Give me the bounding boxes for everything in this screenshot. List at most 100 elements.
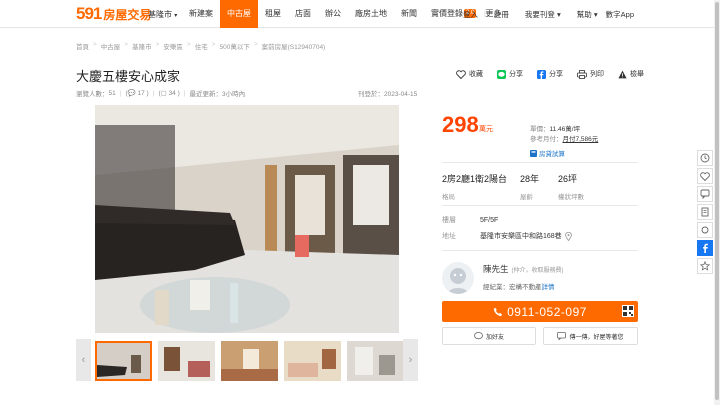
thumb-next-button[interactable]: › [403,339,418,381]
facebook-button[interactable] [697,240,713,256]
spec-area: 26坪 權狀坪數 [558,172,584,201]
nav-shops[interactable]: 店面 [288,0,318,28]
floating-toolbar [697,150,713,276]
document-icon [701,207,709,217]
breadcrumb-type[interactable]: 住宅 [195,41,208,51]
breadcrumb-price-range[interactable]: 500萬以下 [219,41,249,51]
agent-company-label: 經紀業：宏構不動產 [483,284,542,291]
thumbnail-image [284,341,341,381]
ref-payment-link[interactable]: 月付7,586元 [563,136,599,143]
site-logo[interactable]: 591 房屋交易 [76,4,151,24]
add-line-friend-label: 加好友 [485,334,504,341]
breadcrumb-home[interactable]: 首頁 [76,41,89,51]
breadcrumb-district[interactable]: 安樂區 [163,41,183,51]
listing-actions: 收藏 分享 分享 列印 檢舉 [456,69,658,79]
favorites-button[interactable] [697,168,713,184]
chevron-down-icon: ▾ [174,13,178,19]
floor-row: 樓層 5F/5F [442,215,498,225]
agent-name-row: 陳先生 (仲介，收取服務費) [483,263,564,275]
chat-bubble-icon [700,189,710,199]
thumbnail[interactable] [95,341,152,381]
scrollbar-thumb[interactable] [715,2,719,400]
separator: > [124,41,129,48]
app-link[interactable]: 數字App [606,9,634,20]
sync-icon [701,226,709,234]
nav-office[interactable]: 辦公 [318,0,348,28]
divider [442,205,638,206]
print-label: 列印 [590,71,604,78]
star-icon [700,261,710,271]
phone-icon [493,307,503,316]
breadcrumb-resale[interactable]: 中古屋 [101,41,121,51]
thumbnail[interactable] [158,341,215,381]
post-listing-link[interactable]: 我要刊登 ▾ [517,9,561,20]
compare-button[interactable] [697,204,713,220]
separator: > [186,41,191,48]
breadcrumb-city[interactable]: 基隆市 [132,41,152,51]
calculator-icon [530,149,537,157]
share-facebook-button[interactable]: 分享 [537,69,563,79]
nav-news[interactable]: 新聞 [394,0,424,28]
nav-resale[interactable]: 中古屋 [220,0,258,28]
thumb-prev-button[interactable]: ‹ [76,339,91,381]
chevron-right-icon: › [408,354,413,366]
agent-company-link[interactable]: 詳情 [542,284,555,291]
separator: | [152,89,155,97]
publish-date: 刊登於：2023-04-15 [358,91,418,98]
views-label: 瀏覽人數： [76,91,109,98]
history-button[interactable] [697,150,713,166]
thumbnail[interactable] [347,341,404,381]
separator: > [93,41,97,48]
address-value-wrap: 基隆市安樂區中和路168巷 [480,231,572,241]
separator: | [119,89,122,97]
main-photo[interactable] [95,105,399,333]
listing-stats: 瀏覽人數： 51 | (💬 17 ) | (▢ 34 ) | 最近更新：3小時內 [76,89,246,99]
heart-icon [700,171,710,181]
rating-button[interactable] [697,258,713,274]
thumbnail-image [97,343,150,379]
unit-price-label: 單價： [530,126,550,133]
thumbnail-image [347,341,404,381]
spec-layout: 2房2廳1衛2陽台 格局 [442,172,507,201]
contact-button[interactable] [697,186,713,202]
help-link[interactable]: 幫助 ▾ [569,9,598,20]
agent-name: 陳先生 [483,264,509,274]
spec-layout-label: 格局 [442,194,455,201]
agent-company: 經紀業：宏構不動產詳情 [483,281,555,291]
page-scrollbar[interactable] [714,0,720,405]
city-selector[interactable]: 基隆市 ▾ [148,9,177,20]
floor-label: 樓層 [442,217,456,224]
favorite-button[interactable]: 收藏 [456,69,483,79]
spec-area-value: 26坪 [558,174,578,184]
thumbnail[interactable] [284,341,341,381]
report-button[interactable]: 檢舉 [618,69,644,79]
agent-role: (仲介，收取服務費) [511,268,564,274]
line-icon [474,332,483,340]
stat-b-count: 34 [168,89,176,97]
thumbnail[interactable] [221,341,278,381]
call-button[interactable]: 0911-052-097 [442,301,638,322]
share-line-button[interactable]: 分享 [497,69,523,79]
add-line-friend-button[interactable]: 加好友 [442,327,536,345]
report-label: 檢舉 [630,71,644,78]
print-button[interactable]: 列印 [577,69,604,79]
map-pin-icon[interactable] [564,231,572,241]
separator: > [253,41,258,48]
loan-calculator-link[interactable]: 房貸試算 [530,148,565,158]
login-link[interactable]: 登入 [463,9,478,20]
spec-age: 28年 屋齡 [520,172,539,201]
nav-rent[interactable]: 租屋 [258,0,288,28]
warning-icon [618,70,627,78]
spec-age-label: 屋齡 [520,194,533,201]
loan-calculator-label: 房貸試算 [539,151,565,158]
nav-new-builds[interactable]: 新建案 [182,0,220,28]
qr-code-icon[interactable] [622,305,634,317]
send-message-button[interactable]: 傳一傳，好屋等著您 [543,327,638,345]
sync-button[interactable] [697,222,713,238]
thumbnail-image [158,341,215,381]
register-link[interactable]: 註冊 [494,9,509,20]
share-facebook-label: 分享 [549,71,563,78]
floor-value: 5F/5F [480,216,499,224]
nav-factory-land[interactable]: 廠房土地 [348,0,394,28]
message-icon [557,332,567,340]
